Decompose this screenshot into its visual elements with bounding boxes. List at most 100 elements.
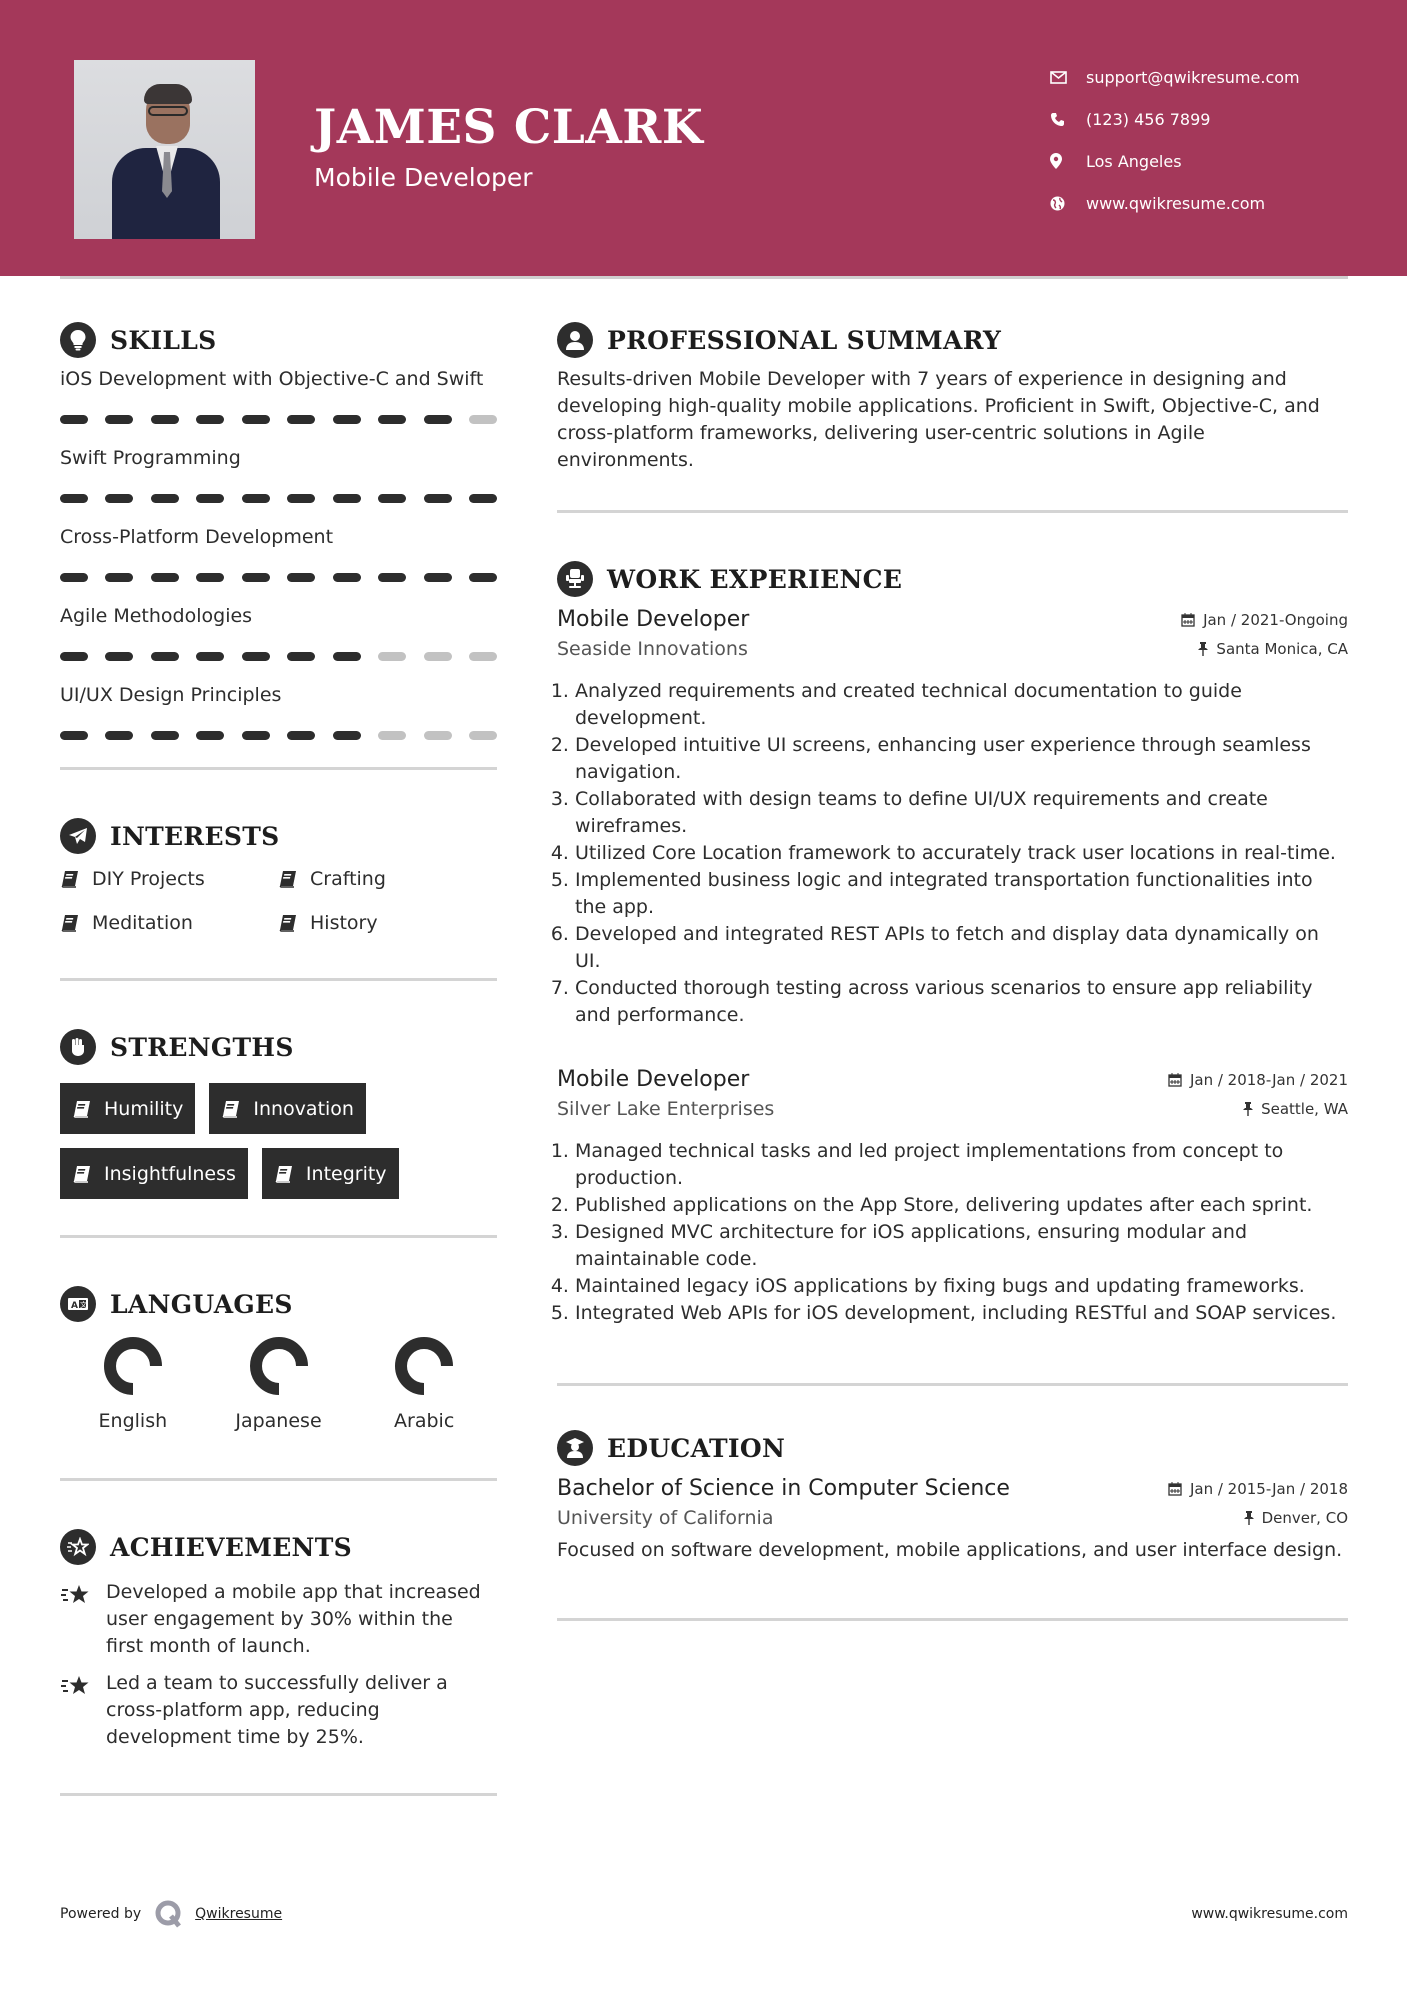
job-duties-list: Managed technical tasks and led project … — [557, 1138, 1348, 1327]
job-duty: Managed technical tasks and led project … — [575, 1138, 1348, 1192]
strength-tag: Humility — [60, 1083, 196, 1134]
skills-title: SKILLS — [110, 325, 217, 355]
company-name: Silver Lake Enterprises — [557, 1098, 775, 1120]
strength-label: Humility — [104, 1097, 184, 1120]
job-duty: Maintained legacy iOS applications by fi… — [575, 1273, 1348, 1300]
skill-segment-filled — [241, 652, 270, 661]
book-icon — [278, 870, 298, 888]
interest-item: DIY Projects — [60, 864, 278, 894]
job-duty: Conducted thorough testing across variou… — [575, 975, 1348, 1029]
profile-photo — [74, 60, 255, 239]
achievements-section: ACHIEVEMENTS Developed a mobile app that… — [60, 1525, 497, 1796]
skill-segment-filled — [150, 415, 179, 424]
job-duty: Implemented business logic and integrate… — [575, 867, 1348, 921]
strength-label: Insightfulness — [104, 1162, 236, 1185]
skill-name: iOS Development with Objective-C and Swi… — [60, 368, 484, 390]
strengths-section: STRENGTHS Humility Innovation Insightfulne… — [60, 1025, 497, 1238]
skill-segment-filled — [423, 415, 452, 424]
summary-title: PROFESSIONAL SUMMARY — [607, 325, 1002, 355]
job-duties-list: Analyzed requirements and created techni… — [557, 678, 1348, 1029]
section-divider — [60, 1235, 497, 1238]
book-icon — [72, 1165, 92, 1183]
skill-segment-filled — [60, 731, 88, 740]
language-proficiency-ring — [395, 1337, 454, 1395]
skill-segment-filled — [105, 494, 134, 503]
school-name: University of California — [557, 1507, 774, 1529]
footer-powered-by: Powered by Qwikresume — [60, 1900, 282, 1928]
interest-item: Crafting — [278, 864, 496, 894]
skill-segment-empty — [378, 731, 407, 740]
interest-item: History — [278, 908, 496, 938]
strengths-title: STRENGTHS — [110, 1032, 294, 1062]
achievements-list: Developed a mobile app that increased us… — [60, 1579, 497, 1751]
skill-segment-filled — [332, 494, 361, 503]
skill-segment-filled — [196, 415, 225, 424]
skill-segment-filled — [332, 573, 361, 582]
achievements-title: ACHIEVEMENTS — [110, 1532, 352, 1562]
shooting-star-icon — [60, 1579, 106, 1611]
interest-label: Crafting — [310, 868, 386, 890]
skill-segment-filled — [287, 573, 316, 582]
section-divider — [60, 1793, 497, 1796]
skill-segment-filled — [150, 731, 179, 740]
skill-name: UI/UX Design Principles — [60, 684, 282, 706]
job-dates: Jan / 2021-Ongoing — [1181, 611, 1348, 629]
section-divider — [557, 1618, 1348, 1621]
qwikresume-link[interactable]: Qwikresume — [195, 1906, 282, 1922]
contact-website[interactable]: www.qwikresume.com — [1050, 182, 1300, 224]
skill-item: iOS Development with Objective-C and Swi… — [60, 366, 497, 425]
skill-segment-filled — [423, 494, 452, 503]
skill-segment-filled — [241, 573, 270, 582]
contact-email[interactable]: support@qwikresume.com — [1050, 56, 1300, 98]
job-entry: Mobile Developer Jan / 2021-Ongoing Seas… — [557, 607, 1348, 1029]
job-dates: Jan / 2018-Jan / 2021 — [1168, 1071, 1348, 1089]
summary-section: PROFESSIONAL SUMMARY Results-driven Mobi… — [557, 318, 1348, 513]
skills-list: iOS Development with Objective-C and Swi… — [60, 366, 497, 741]
skill-segment-filled — [196, 573, 225, 582]
skill-segment-filled — [287, 731, 316, 740]
skill-segment-empty — [378, 652, 407, 661]
pushpin-icon — [1198, 642, 1209, 656]
skill-segment-filled — [468, 494, 497, 503]
skill-segment-filled — [150, 573, 179, 582]
envelope-icon — [1050, 70, 1086, 84]
paper-plane-icon — [60, 818, 96, 854]
section-divider — [60, 978, 497, 981]
skill-level-bar — [60, 652, 497, 662]
interest-label: Meditation — [92, 912, 193, 934]
language-name: Arabic — [394, 1410, 455, 1432]
qwikresume-logo-icon — [155, 1900, 183, 1928]
education-section: EDUCATION Bachelor of Science in Compute… — [557, 1426, 1348, 1621]
job-duty: Developed and integrated REST APIs to fe… — [575, 921, 1348, 975]
contact-phone[interactable]: (123) 456 7899 — [1050, 98, 1300, 140]
skill-segment-filled — [150, 494, 179, 503]
job-duty: Collaborated with design teams to define… — [575, 786, 1348, 840]
skill-segment-filled — [332, 415, 361, 424]
interests-list: DIY Projects Crafting Meditation History — [60, 864, 497, 938]
user-icon — [557, 322, 593, 358]
skill-item: Swift Programming — [60, 445, 497, 504]
footer-website[interactable]: www.qwikresume.com — [1191, 1906, 1348, 1922]
skill-segment-filled — [105, 731, 134, 740]
interests-section: INTERESTS DIY Projects Crafting Meditation… — [60, 814, 497, 981]
skill-segment-filled — [150, 652, 179, 661]
strength-tag: Innovation — [209, 1083, 366, 1134]
skill-segment-filled — [287, 415, 316, 424]
job-duty: Designed MVC architecture for iOS applic… — [575, 1219, 1348, 1273]
calendar-icon — [1181, 612, 1195, 627]
job-title: Mobile Developer — [557, 1067, 750, 1092]
translate-icon: A文 — [60, 1286, 96, 1322]
office-chair-icon — [557, 561, 593, 597]
job-title: Mobile Developer — [557, 607, 750, 632]
lightbulb-icon — [60, 322, 96, 358]
skill-segment-filled — [241, 494, 270, 503]
jobs-list: Mobile Developer Jan / 2021-Ongoing Seas… — [557, 607, 1348, 1327]
skill-segment-filled — [423, 573, 452, 582]
skill-segment-filled — [332, 652, 361, 661]
skill-level-bar — [60, 494, 497, 504]
candidate-name: JAMES CLARK — [314, 100, 704, 155]
skill-segment-filled — [378, 573, 407, 582]
language-item: Arabic — [351, 1336, 497, 1432]
strength-tag: Insightfulness — [60, 1148, 248, 1199]
experience-section: WORK EXPERIENCE Mobile Developer Jan / 2… — [557, 557, 1348, 1386]
